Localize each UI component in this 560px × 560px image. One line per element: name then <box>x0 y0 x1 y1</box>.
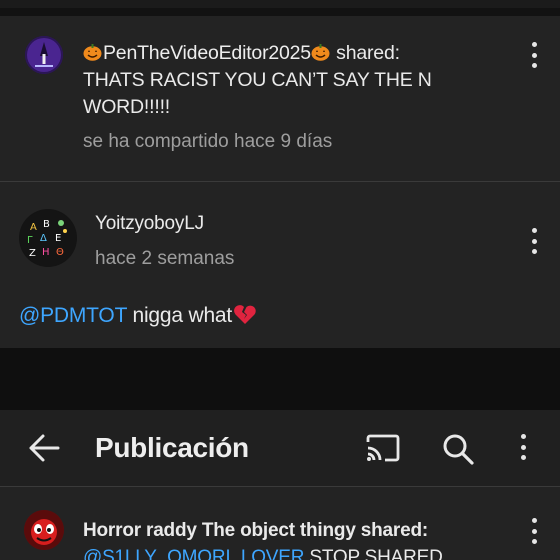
page-title: Publicación <box>95 432 249 463</box>
comment-author[interactable]: YoitzyoboyLJ <box>95 210 204 237</box>
post-text: THATS RACIST YOU CAN’T SAY THE N WORD!!!… <box>83 69 432 118</box>
avatar[interactable] <box>24 510 64 550</box>
post-text: STOP SHARED <box>304 547 443 560</box>
greek-letters-avatar-icon: A B Γ Δ E Z H Θ <box>20 210 76 266</box>
comment-text-line: @PDMTOT nigga what <box>19 302 257 329</box>
app-bar: Publicación <box>0 410 560 486</box>
more-options-icon[interactable] <box>526 228 542 254</box>
post-header: PenTheVideoEditor2025 shared: <box>83 40 503 67</box>
post-timestamp: se ha compartido hace 9 días <box>83 131 333 152</box>
post-text-line: @S1LLY_OMORI_LOVER STOP SHARED <box>83 544 523 560</box>
avatar[interactable]: A B Γ Δ E Z H Θ <box>19 209 77 267</box>
svg-text:Z: Z <box>29 248 36 259</box>
gap <box>0 348 560 410</box>
back-arrow-icon[interactable] <box>28 433 60 463</box>
shared-post-card[interactable]: Horror raddy The object thingy shared: @… <box>0 486 560 560</box>
shared-post-card[interactable]: PenTheVideoEditor2025 shared: THATS RACI… <box>0 16 560 181</box>
svg-text:A: A <box>30 222 37 233</box>
search-icon[interactable] <box>441 432 475 466</box>
mention-link[interactable]: @S1LLY_OMORI_LOVER <box>83 547 304 560</box>
comment-timestamp: hace 2 semanas <box>95 248 235 269</box>
svg-text:B: B <box>43 219 50 230</box>
more-options-icon[interactable] <box>526 518 542 544</box>
svg-text:E: E <box>55 233 61 244</box>
top-strip <box>0 0 560 8</box>
svg-text:Δ: Δ <box>40 233 47 244</box>
more-options-icon[interactable] <box>526 42 542 68</box>
pumpkin-icon <box>83 42 102 61</box>
broken-heart-icon <box>234 305 256 324</box>
more-options-icon[interactable] <box>515 434 531 460</box>
comment-card[interactable]: A B Γ Δ E Z H Θ YoitzyoboyLJ hace 2 sema… <box>0 182 560 348</box>
cast-icon[interactable] <box>365 434 401 462</box>
post-header: Horror raddy The object thingy shared: <box>83 520 429 541</box>
post-author[interactable]: PenTheVideoEditor2025 <box>103 42 311 64</box>
avatar[interactable] <box>25 36 63 74</box>
wizard-avatar-icon <box>25 36 63 74</box>
svg-text:Γ: Γ <box>27 235 33 246</box>
mention-link[interactable]: @PDMTOT <box>19 304 127 327</box>
shared-word: shared: <box>336 42 400 64</box>
red-character-avatar-icon <box>24 510 64 550</box>
svg-text:Θ: Θ <box>56 247 64 258</box>
pumpkin-icon <box>311 42 330 61</box>
svg-text:H: H <box>42 247 50 258</box>
comment-text: nigga what <box>126 304 233 327</box>
